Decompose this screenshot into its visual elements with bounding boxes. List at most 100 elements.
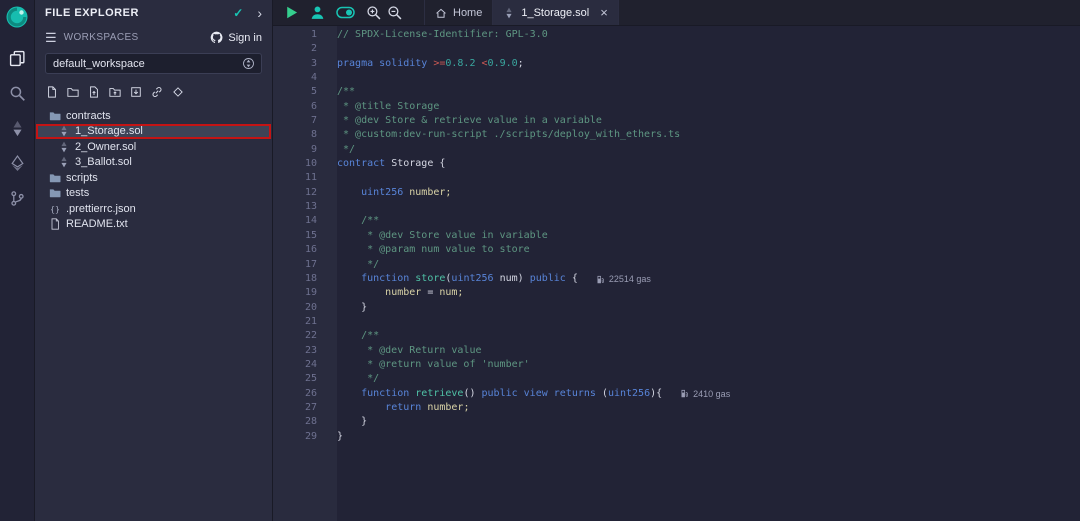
chevron-right-icon[interactable]: › xyxy=(257,6,262,20)
close-icon[interactable]: × xyxy=(600,6,608,19)
file-tree-item[interactable]: 3_Ballot.sol xyxy=(36,155,271,171)
file-tree-item[interactable]: README.txt xyxy=(36,217,271,233)
code-line[interactable]: * @title Storage xyxy=(337,100,1080,114)
panel-title: FILE EXPLORER xyxy=(45,7,233,19)
code-editor[interactable]: 1234567891011121314151617181920212223242… xyxy=(273,26,1080,521)
code-line[interactable] xyxy=(337,71,1080,85)
code-line[interactable]: */ xyxy=(337,143,1080,157)
link-button[interactable] xyxy=(151,86,163,98)
publish-icon xyxy=(172,86,184,98)
toolbar-assistant-button[interactable] xyxy=(310,5,325,20)
code-token: num) xyxy=(494,273,530,284)
line-number: 26 xyxy=(273,387,337,401)
toolbar-play-button[interactable] xyxy=(284,5,299,20)
rail-item-solidity-compiler[interactable] xyxy=(0,111,35,146)
code-token: uint256 xyxy=(361,187,403,198)
line-number: 7 xyxy=(273,114,337,128)
code-token: number xyxy=(385,287,421,298)
file-tree-item[interactable]: 2_Owner.sol xyxy=(36,139,271,155)
new-folder-button[interactable] xyxy=(67,86,79,98)
workspaces-label: WORKSPACES xyxy=(64,32,204,43)
rail-item-file-explorer[interactable] xyxy=(0,41,35,76)
code-line[interactable]: * @dev Return value xyxy=(337,344,1080,358)
code-line[interactable]: * @custom:dev-run-script ./scripts/deplo… xyxy=(337,128,1080,142)
code-line[interactable]: * @param num value to store xyxy=(337,243,1080,257)
code-line[interactable]: function store(uint256 num) public {2251… xyxy=(337,272,1080,286)
code-token: * @param num value to store xyxy=(337,244,530,255)
folder-icon xyxy=(49,172,61,184)
code-token xyxy=(337,388,361,399)
sign-in-button[interactable]: Sign in xyxy=(210,31,262,44)
code-line[interactable] xyxy=(337,171,1080,185)
workspace-stepper-icon[interactable] xyxy=(243,57,254,70)
code-token xyxy=(337,273,361,284)
line-number: 4 xyxy=(273,71,337,85)
home-icon xyxy=(435,7,447,19)
upload-folder-button[interactable] xyxy=(109,86,121,98)
new-file-icon xyxy=(46,86,58,98)
upload-file-button[interactable] xyxy=(88,86,100,98)
file-tree-item[interactable]: tests xyxy=(36,186,271,202)
file-tree-item[interactable]: {}.prettierrc.json xyxy=(36,201,271,217)
code-token: // SPDX-License-Identifier: GPL-3.0 xyxy=(337,29,548,40)
code-line[interactable]: pragma solidity >=0.8.2 <0.9.0; xyxy=(337,57,1080,71)
code-line[interactable]: /** xyxy=(337,329,1080,343)
zoom-in-icon xyxy=(366,5,381,20)
code-line[interactable]: * @dev Store value in variable xyxy=(337,229,1080,243)
code-line[interactable]: number = num; xyxy=(337,286,1080,300)
code-line[interactable]: contract Storage { xyxy=(337,157,1080,171)
check-icon[interactable]: ✓ xyxy=(233,6,243,20)
code-line[interactable]: } xyxy=(337,430,1080,444)
hamburger-menu-icon[interactable]: ☰ xyxy=(45,31,57,44)
code-line[interactable]: /** xyxy=(337,85,1080,99)
import-icon xyxy=(130,86,142,98)
code-line[interactable] xyxy=(337,42,1080,56)
rail-item-deploy-run[interactable] xyxy=(0,146,35,181)
folder-icon xyxy=(49,187,61,199)
code-line[interactable]: } xyxy=(337,415,1080,429)
toolbar-zoom-in-button[interactable] xyxy=(366,5,381,20)
tab-bar: Home1_Storage.sol× xyxy=(424,0,619,25)
tab-1-storage-sol[interactable]: 1_Storage.sol× xyxy=(493,0,618,25)
code-line[interactable]: uint256 number; xyxy=(337,186,1080,200)
file-tree-item[interactable]: scripts xyxy=(36,170,271,186)
code-line[interactable]: * @return value of 'number' xyxy=(337,358,1080,372)
toolbar-zoom-out-button[interactable] xyxy=(387,5,402,20)
code-line[interactable]: */ xyxy=(337,258,1080,272)
code-line[interactable]: */ xyxy=(337,372,1080,386)
code-token: */ xyxy=(337,144,355,155)
code-lines: // SPDX-License-Identifier: GPL-3.0 pragm… xyxy=(337,26,1080,444)
remix-logo-icon[interactable] xyxy=(5,5,29,29)
gutter: 1234567891011121314151617181920212223242… xyxy=(273,26,337,521)
toolbar-toggle-button[interactable] xyxy=(336,6,355,19)
rail-item-search[interactable] xyxy=(0,76,35,111)
code-token: } xyxy=(337,302,367,313)
json-icon: {} xyxy=(49,203,61,215)
editor-area: Home1_Storage.sol× 123456789101112131415… xyxy=(273,0,1080,521)
file-name: contracts xyxy=(66,110,111,122)
code-line[interactable]: return number; xyxy=(337,401,1080,415)
code-line[interactable] xyxy=(337,200,1080,214)
publish-button[interactable] xyxy=(172,86,184,98)
line-number: 22 xyxy=(273,329,337,343)
code-line[interactable]: function retrieve() public view returns … xyxy=(337,387,1080,401)
play-icon xyxy=(284,5,299,20)
code-line[interactable] xyxy=(337,315,1080,329)
code-token: function xyxy=(361,273,409,284)
file-tree-item[interactable]: 1_Storage.sol xyxy=(36,124,271,140)
rail-item-git[interactable] xyxy=(0,181,35,216)
file-tree-item[interactable]: contracts xyxy=(36,108,271,124)
code-line[interactable]: * @dev Store & retrieve value in a varia… xyxy=(337,114,1080,128)
code-line[interactable]: /** xyxy=(337,214,1080,228)
code-line[interactable]: // SPDX-License-Identifier: GPL-3.0 xyxy=(337,28,1080,42)
import-button[interactable] xyxy=(130,86,142,98)
tab-home[interactable]: Home xyxy=(424,0,493,25)
code-line[interactable]: } xyxy=(337,301,1080,315)
workspace-select[interactable]: default_workspace xyxy=(45,53,262,74)
solidity-icon xyxy=(58,125,70,137)
gas-estimate-text: 22514 gas xyxy=(609,272,651,286)
code-token: = xyxy=(421,287,439,298)
file-name: 3_Ballot.sol xyxy=(75,156,132,168)
new-file-button[interactable] xyxy=(46,86,58,98)
code-token xyxy=(337,402,385,413)
